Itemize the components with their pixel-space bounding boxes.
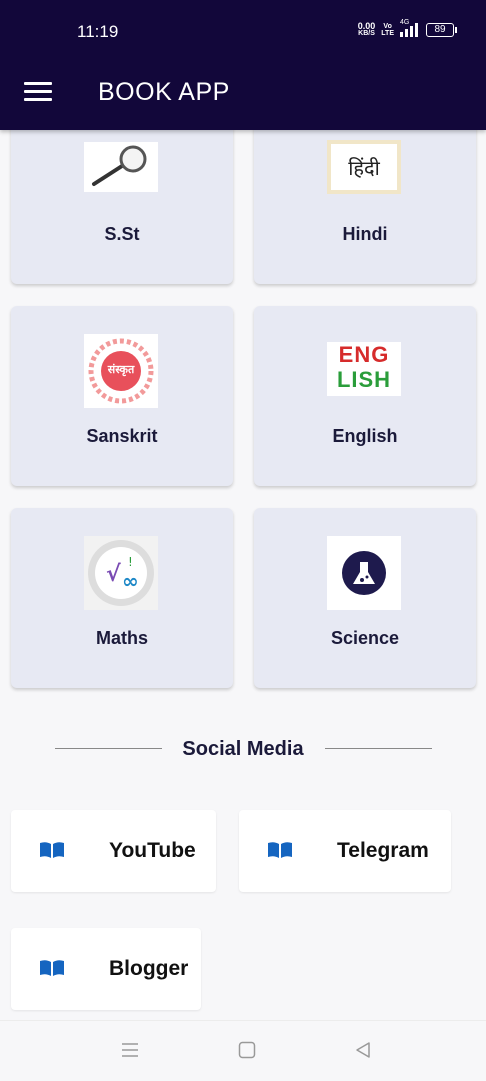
svg-text:∞: ∞: [122, 569, 139, 593]
subject-card-science[interactable]: Science: [254, 508, 476, 688]
english-letters-line2: LISH: [336, 367, 392, 392]
subject-label: S.St: [104, 224, 140, 244]
subject-card-sanskrit[interactable]: संस्कृत Sanskrit: [11, 306, 233, 486]
book-icon: [40, 960, 64, 976]
status-time: 11:19: [77, 22, 119, 41]
social-blogger-button[interactable]: Blogger: [11, 928, 201, 1010]
subject-card-maths[interactable]: √ ∞ ! Maths: [11, 508, 233, 688]
status-icons: 0.00 KB/S Vo LTE 4G 89: [358, 19, 457, 38]
app-bar: 11:19 0.00 KB/S Vo LTE 4G 89 BOOK APP: [0, 0, 486, 130]
hamburger-menu-icon[interactable]: [24, 82, 52, 104]
section-divider-right: [325, 748, 432, 749]
book-icon: [40, 842, 64, 858]
volte-indicator: Vo LTE: [381, 23, 394, 37]
back-icon[interactable]: [354, 1041, 372, 1059]
subject-label: Sanskrit: [86, 426, 158, 446]
svg-text:!: !: [128, 555, 133, 569]
subject-label: Science: [330, 628, 400, 648]
social-youtube-button[interactable]: YouTube: [11, 810, 216, 892]
hindi-script-icon: हिंदी: [327, 140, 401, 194]
social-label: Telegram: [337, 839, 429, 862]
app-title: BOOK APP: [98, 78, 230, 106]
system-nav-bar: [0, 1020, 486, 1081]
science-flask-icon: [327, 536, 401, 610]
network-speed: 0.00 KB/S: [358, 22, 376, 38]
network-speed-unit: KB/S: [358, 30, 375, 37]
subject-label: Hindi: [342, 224, 388, 244]
svg-text:√: √: [106, 562, 121, 587]
sanskrit-emblem-text: संस्कृत: [107, 363, 135, 376]
subject-card-hindi[interactable]: हिंदी Hindi: [254, 104, 476, 284]
hindi-script-text: हिंदी: [348, 155, 380, 180]
section-title-social-media: Social Media: [182, 738, 304, 760]
social-telegram-button[interactable]: Telegram: [239, 810, 451, 892]
subject-label: Maths: [95, 628, 148, 648]
network-speed-value: 0.00: [357, 21, 376, 31]
volte-top: Vo: [383, 23, 392, 30]
social-label: YouTube: [109, 839, 196, 862]
subject-card-english[interactable]: ENG LISH English: [254, 306, 476, 486]
maths-symbols-icon: √ ∞ !: [84, 536, 158, 610]
english-letters-icon: ENG LISH: [327, 342, 401, 396]
signal-icon: 4G: [400, 19, 420, 37]
sanskrit-emblem-icon: संस्कृत: [84, 334, 158, 408]
english-letters-line1: ENG: [338, 342, 390, 367]
subject-label: English: [332, 426, 398, 446]
magnifier-icon: [84, 142, 158, 192]
subject-card-sst[interactable]: S.St: [11, 104, 233, 284]
recent-apps-icon[interactable]: [121, 1041, 139, 1059]
home-icon[interactable]: [238, 1041, 256, 1059]
book-icon: [268, 842, 292, 858]
volte-bottom: LTE: [381, 30, 394, 37]
battery-icon: 89: [426, 23, 457, 37]
social-label: Blogger: [109, 957, 189, 980]
